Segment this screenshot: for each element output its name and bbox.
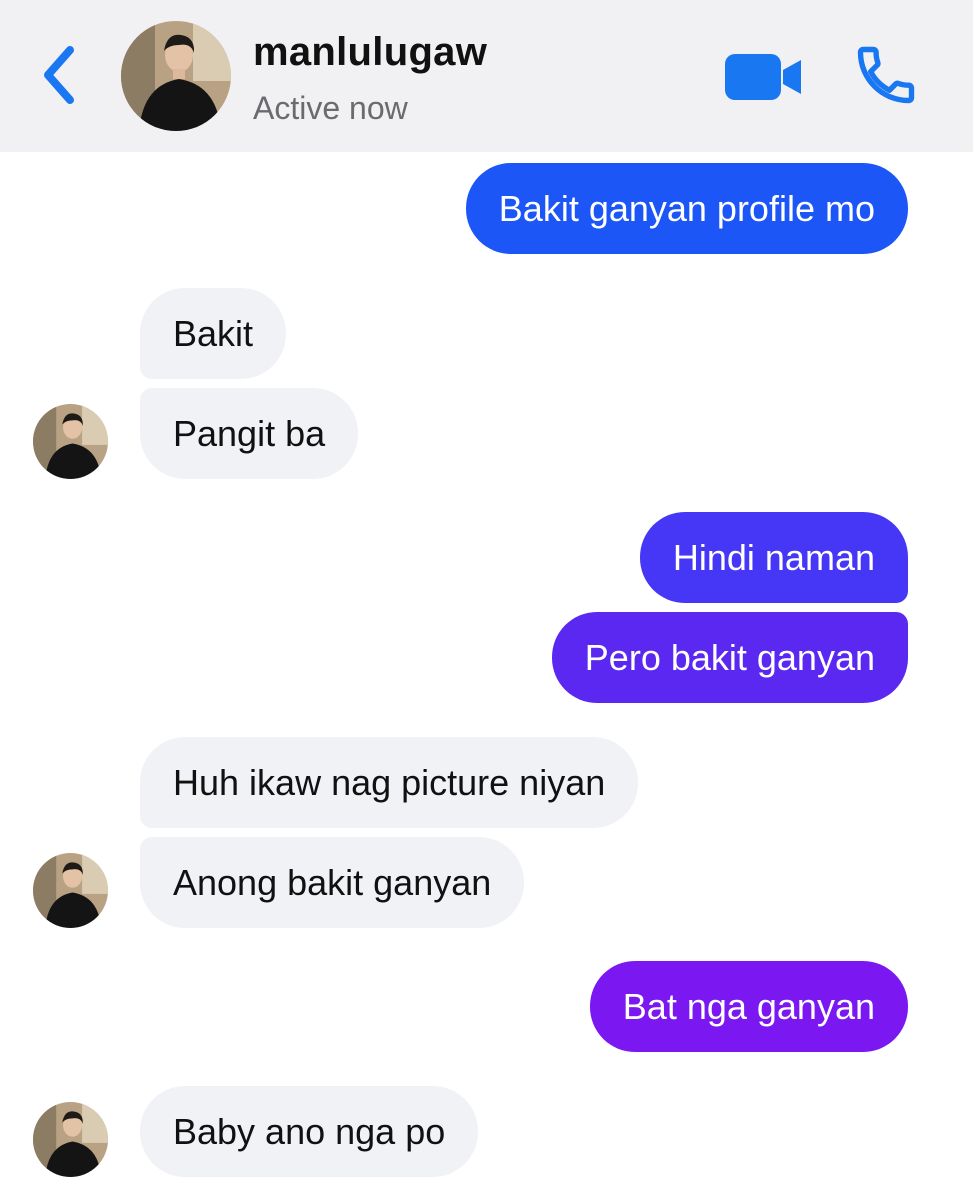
- contact-avatar-small: [33, 1102, 108, 1177]
- message-text: Bakit ganyan profile mo: [498, 187, 875, 229]
- phone-icon[interactable]: [852, 41, 920, 109]
- message-text: Huh ikaw nag picture niyan: [173, 761, 606, 803]
- message-text: Anong bakit ganyan: [173, 861, 492, 903]
- message-text: Pero bakit ganyan: [584, 636, 875, 678]
- back-chevron-icon[interactable]: [38, 42, 82, 108]
- message-bubble-received[interactable]: Huh ikaw nag picture niyan: [140, 737, 639, 828]
- message-bubble-received[interactable]: Pangit ba: [140, 388, 359, 479]
- message-bubble-received[interactable]: Anong bakit ganyan: [140, 837, 525, 928]
- message-bubble-sent[interactable]: Hindi naman: [639, 512, 908, 603]
- chat-header: manlulugaw Active now: [0, 0, 973, 152]
- contact-avatar-small: [33, 853, 108, 928]
- message-text: Hindi naman: [672, 536, 875, 578]
- contact-name[interactable]: manlulugaw: [253, 30, 487, 75]
- contact-avatar[interactable]: [121, 21, 231, 131]
- message-text: Baby ano nga po: [173, 1110, 446, 1152]
- message-text: Pangit ba: [173, 412, 326, 454]
- message-text: Bat nga ganyan: [622, 985, 875, 1027]
- message-bubble-sent[interactable]: Bakit ganyan profile mo: [465, 163, 908, 254]
- message-bubble-sent[interactable]: Pero bakit ganyan: [551, 612, 908, 703]
- message-bubble-sent[interactable]: Bat nga ganyan: [589, 961, 908, 1052]
- message-text: Bakit: [173, 312, 254, 354]
- video-camera-icon[interactable]: [725, 52, 803, 102]
- message-bubble-received[interactable]: Bakit: [140, 288, 287, 379]
- contact-avatar-small: [33, 404, 108, 479]
- active-status: Active now: [253, 90, 408, 126]
- message-bubble-received[interactable]: Baby ano nga po: [140, 1086, 479, 1177]
